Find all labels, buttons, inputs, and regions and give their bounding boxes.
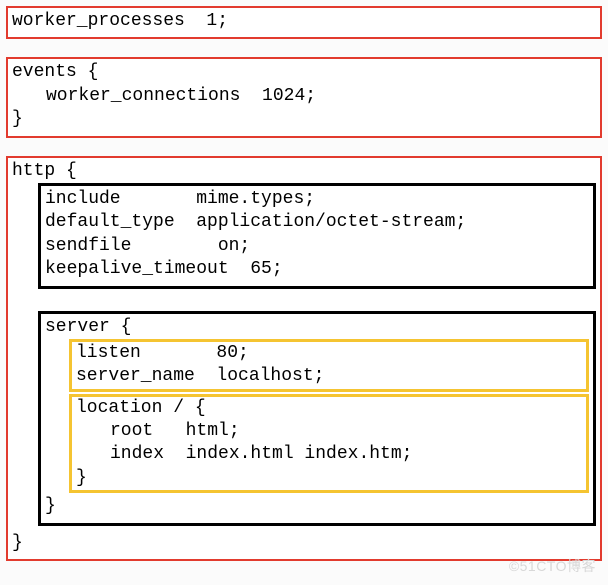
code-line: location / { <box>76 397 582 420</box>
location-block-box: location / { root html; index index.html… <box>69 394 589 494</box>
code-line: http { <box>12 160 596 183</box>
code-line: } <box>76 467 582 490</box>
code-line: worker_processes 1; <box>12 10 596 33</box>
listen-block-box: listen 80; server_name localhost; <box>69 339 589 392</box>
http-block-box: http { include mime.types; default_type … <box>6 156 602 561</box>
code-line: default_type application/octet-stream; <box>45 211 589 234</box>
code-line: events { <box>12 61 596 84</box>
code-line: listen 80; <box>76 342 582 365</box>
events-block-box: events { worker_connections 1024; } <box>6 57 602 137</box>
code-line: sendfile on; <box>45 235 589 258</box>
code-line: } <box>45 495 589 518</box>
code-line: server { <box>45 316 589 339</box>
code-line: worker_connections 1024; <box>12 85 596 108</box>
http-globals-box: include mime.types; default_type applica… <box>38 183 596 289</box>
code-line: keepalive_timeout 65; <box>45 258 589 281</box>
server-block-box: server { listen 80; server_name localhos… <box>38 311 596 526</box>
code-line: include mime.types; <box>45 188 589 211</box>
code-line: index index.html index.htm; <box>76 443 582 466</box>
directive-worker-processes-box: worker_processes 1; <box>6 6 602 39</box>
code-line: server_name localhost; <box>76 365 582 388</box>
code-line: root html; <box>76 420 582 443</box>
code-line: } <box>12 532 596 555</box>
code-line: } <box>12 108 596 131</box>
